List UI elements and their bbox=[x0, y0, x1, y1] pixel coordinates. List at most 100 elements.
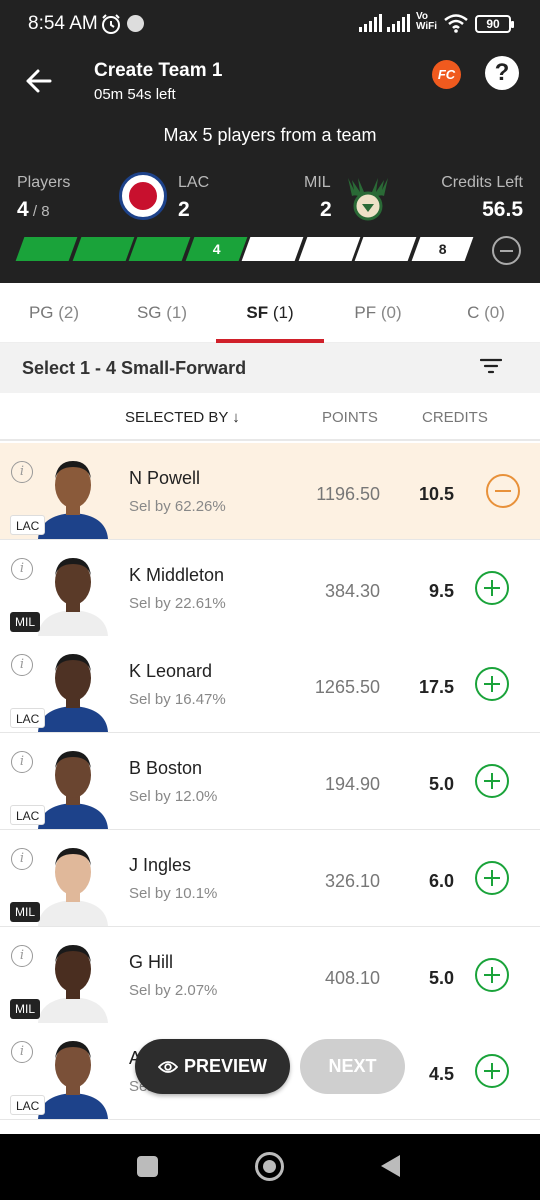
player-row[interactable]: i MIL G Hill Sel by 2.07% 408.10 5.0 bbox=[0, 926, 540, 1024]
player-avatar bbox=[38, 557, 108, 636]
player-list: i LAC N Powell Sel by 62.26% 1196.50 10.5 i MIL… bbox=[0, 443, 540, 1134]
next-button[interactable]: NEXT bbox=[300, 1039, 405, 1094]
player-selected-by: Sel by 2.07% bbox=[129, 981, 218, 999]
add-player-icon[interactable] bbox=[475, 1054, 509, 1089]
player-points: 1196.50 bbox=[316, 484, 380, 504]
player-name: J Ingles bbox=[129, 854, 192, 875]
preview-label: PREVIEW bbox=[183, 1056, 267, 1076]
tab-label: C bbox=[467, 303, 480, 322]
wifi-icon bbox=[444, 14, 468, 33]
add-player-icon[interactable] bbox=[475, 860, 509, 895]
home-icon[interactable] bbox=[255, 1152, 284, 1181]
tab-label: PF bbox=[354, 303, 377, 322]
progress-segment bbox=[354, 237, 416, 261]
signal-icon bbox=[359, 14, 382, 32]
add-player-icon[interactable] bbox=[475, 957, 509, 992]
player-points: 194.90 bbox=[324, 774, 380, 795]
player-selected-by: Sel by 12.0% bbox=[129, 788, 218, 806]
progress-segment bbox=[15, 237, 77, 261]
add-player-icon[interactable] bbox=[475, 764, 509, 799]
tab-count: (1) bbox=[272, 303, 294, 322]
player-points: 1265.50 bbox=[314, 677, 380, 698]
player-credits: 9.5 bbox=[428, 580, 454, 601]
remove-all-icon[interactable] bbox=[492, 236, 521, 265]
mil-team-logo bbox=[348, 178, 388, 221]
player-name: K Middleton bbox=[129, 564, 225, 585]
vowifi-bottom: WiFi bbox=[416, 21, 438, 32]
player-row[interactable]: i LAC K Leonard Sel by 16.47% 1265.50 17.5 bbox=[0, 636, 540, 734]
player-points: 384.30 bbox=[324, 580, 380, 601]
time-left: 05m 54s left bbox=[94, 86, 176, 103]
tab-label: SG bbox=[136, 303, 162, 322]
player-credits: 10.5 bbox=[418, 484, 454, 504]
team1-count: 2 bbox=[178, 198, 190, 221]
progress-segment bbox=[72, 237, 134, 261]
sort-selected-by[interactable]: SELECTED BY ↓ bbox=[125, 409, 240, 426]
tab-pg[interactable]: PG (2) bbox=[0, 283, 108, 343]
header: 8:54 AM Vo WiFi 90 Create Team 1 05m 54s… bbox=[0, 0, 540, 283]
player-row[interactable]: i MIL K Middleton Sel by 22.61% 384.30 9.5 bbox=[0, 539, 540, 637]
column-headers: SELECTED BY ↓ POINTS CREDITS bbox=[0, 393, 540, 441]
max-players-info: Max 5 players from a team bbox=[163, 125, 377, 145]
tab-sg[interactable]: SG (1) bbox=[108, 283, 216, 343]
system-nav-bar bbox=[0, 1134, 540, 1200]
player-credits: 4.5 bbox=[428, 1064, 454, 1085]
players-count: 4 / 8 bbox=[17, 198, 50, 222]
team2-abbr: MIL bbox=[304, 174, 331, 191]
position-tabs: PG (2) SG (1) SF (1) PF (0) C (0) bbox=[0, 283, 540, 343]
back-icon[interactable] bbox=[381, 1155, 400, 1177]
fc-icon[interactable]: FC bbox=[432, 60, 461, 89]
player-row[interactable]: i MIL J Ingles Sel by 10.1% 326.10 6.0 bbox=[0, 829, 540, 927]
team-badge: MIL bbox=[10, 611, 41, 632]
lac-team-logo bbox=[119, 172, 167, 220]
sort-credits[interactable]: CREDITS bbox=[422, 409, 488, 426]
player-row[interactable]: i LAC B Boston Sel by 12.0% 194.90 5.0 bbox=[0, 733, 540, 831]
player-credits: 6.0 bbox=[428, 870, 454, 891]
tab-pf[interactable]: PF (0) bbox=[324, 283, 432, 343]
eye-icon bbox=[157, 1061, 178, 1074]
remove-player-icon[interactable] bbox=[486, 474, 520, 508]
add-player-icon[interactable] bbox=[475, 667, 509, 702]
select-instruction: Select 1 - 4 Small-Forward bbox=[22, 358, 247, 378]
player-points: 408.10 bbox=[324, 967, 380, 988]
player-selected-by: Sel by 62.26% bbox=[129, 498, 226, 515]
notification-dot-icon bbox=[127, 15, 144, 32]
add-player-icon[interactable] bbox=[475, 570, 509, 605]
create-team-screen: 8:54 AM Vo WiFi 90 Create Team 1 05m 54s… bbox=[0, 0, 540, 1200]
team-badge: MIL bbox=[10, 998, 41, 1019]
tab-count: (2) bbox=[58, 303, 80, 322]
team-badge: LAC bbox=[10, 805, 46, 826]
alarm-icon bbox=[102, 14, 120, 34]
team2-count: 2 bbox=[320, 198, 332, 221]
status-time: 8:54 AM bbox=[28, 13, 98, 34]
vowifi-icon: Vo WiFi bbox=[416, 12, 437, 32]
player-name: N Powell bbox=[129, 468, 201, 488]
progress-segment bbox=[128, 237, 190, 261]
players-total: / 8 bbox=[28, 203, 50, 220]
tab-c[interactable]: C (0) bbox=[432, 283, 540, 343]
filter-icon[interactable] bbox=[480, 356, 502, 376]
progress-total-count: 8 bbox=[438, 241, 447, 257]
tab-count: (0) bbox=[380, 303, 402, 322]
team-badge: LAC bbox=[10, 708, 46, 729]
player-name: K Leonard bbox=[129, 661, 213, 682]
back-arrow-icon[interactable] bbox=[24, 66, 54, 96]
team-progress-bar: 48 bbox=[15, 237, 473, 261]
battery-icon: 90 bbox=[475, 15, 514, 33]
sort-points[interactable]: POINTS bbox=[322, 409, 378, 426]
team-badge: LAC bbox=[10, 1095, 46, 1116]
progress-filled-count: 4 bbox=[212, 241, 221, 257]
help-icon[interactable]: ? bbox=[485, 56, 519, 90]
players-label: Players bbox=[17, 174, 71, 191]
player-selected-by: Sel by 10.1% bbox=[129, 884, 218, 902]
tab-label: PG bbox=[28, 303, 54, 322]
credits-left-label: Credits Left bbox=[441, 174, 523, 191]
preview-button[interactable]: PREVIEW bbox=[135, 1039, 290, 1094]
status-bar: 8:54 AM Vo WiFi 90 bbox=[0, 0, 540, 48]
tab-label: SF bbox=[246, 303, 269, 322]
player-points: 326.10 bbox=[324, 870, 380, 891]
tab-sf[interactable]: SF (1) bbox=[216, 283, 324, 343]
recent-apps-icon[interactable] bbox=[137, 1156, 158, 1177]
player-row[interactable]: i LAC N Powell Sel by 62.26% 1196.50 10.5 bbox=[0, 443, 540, 540]
player-name: B Boston bbox=[129, 758, 203, 779]
